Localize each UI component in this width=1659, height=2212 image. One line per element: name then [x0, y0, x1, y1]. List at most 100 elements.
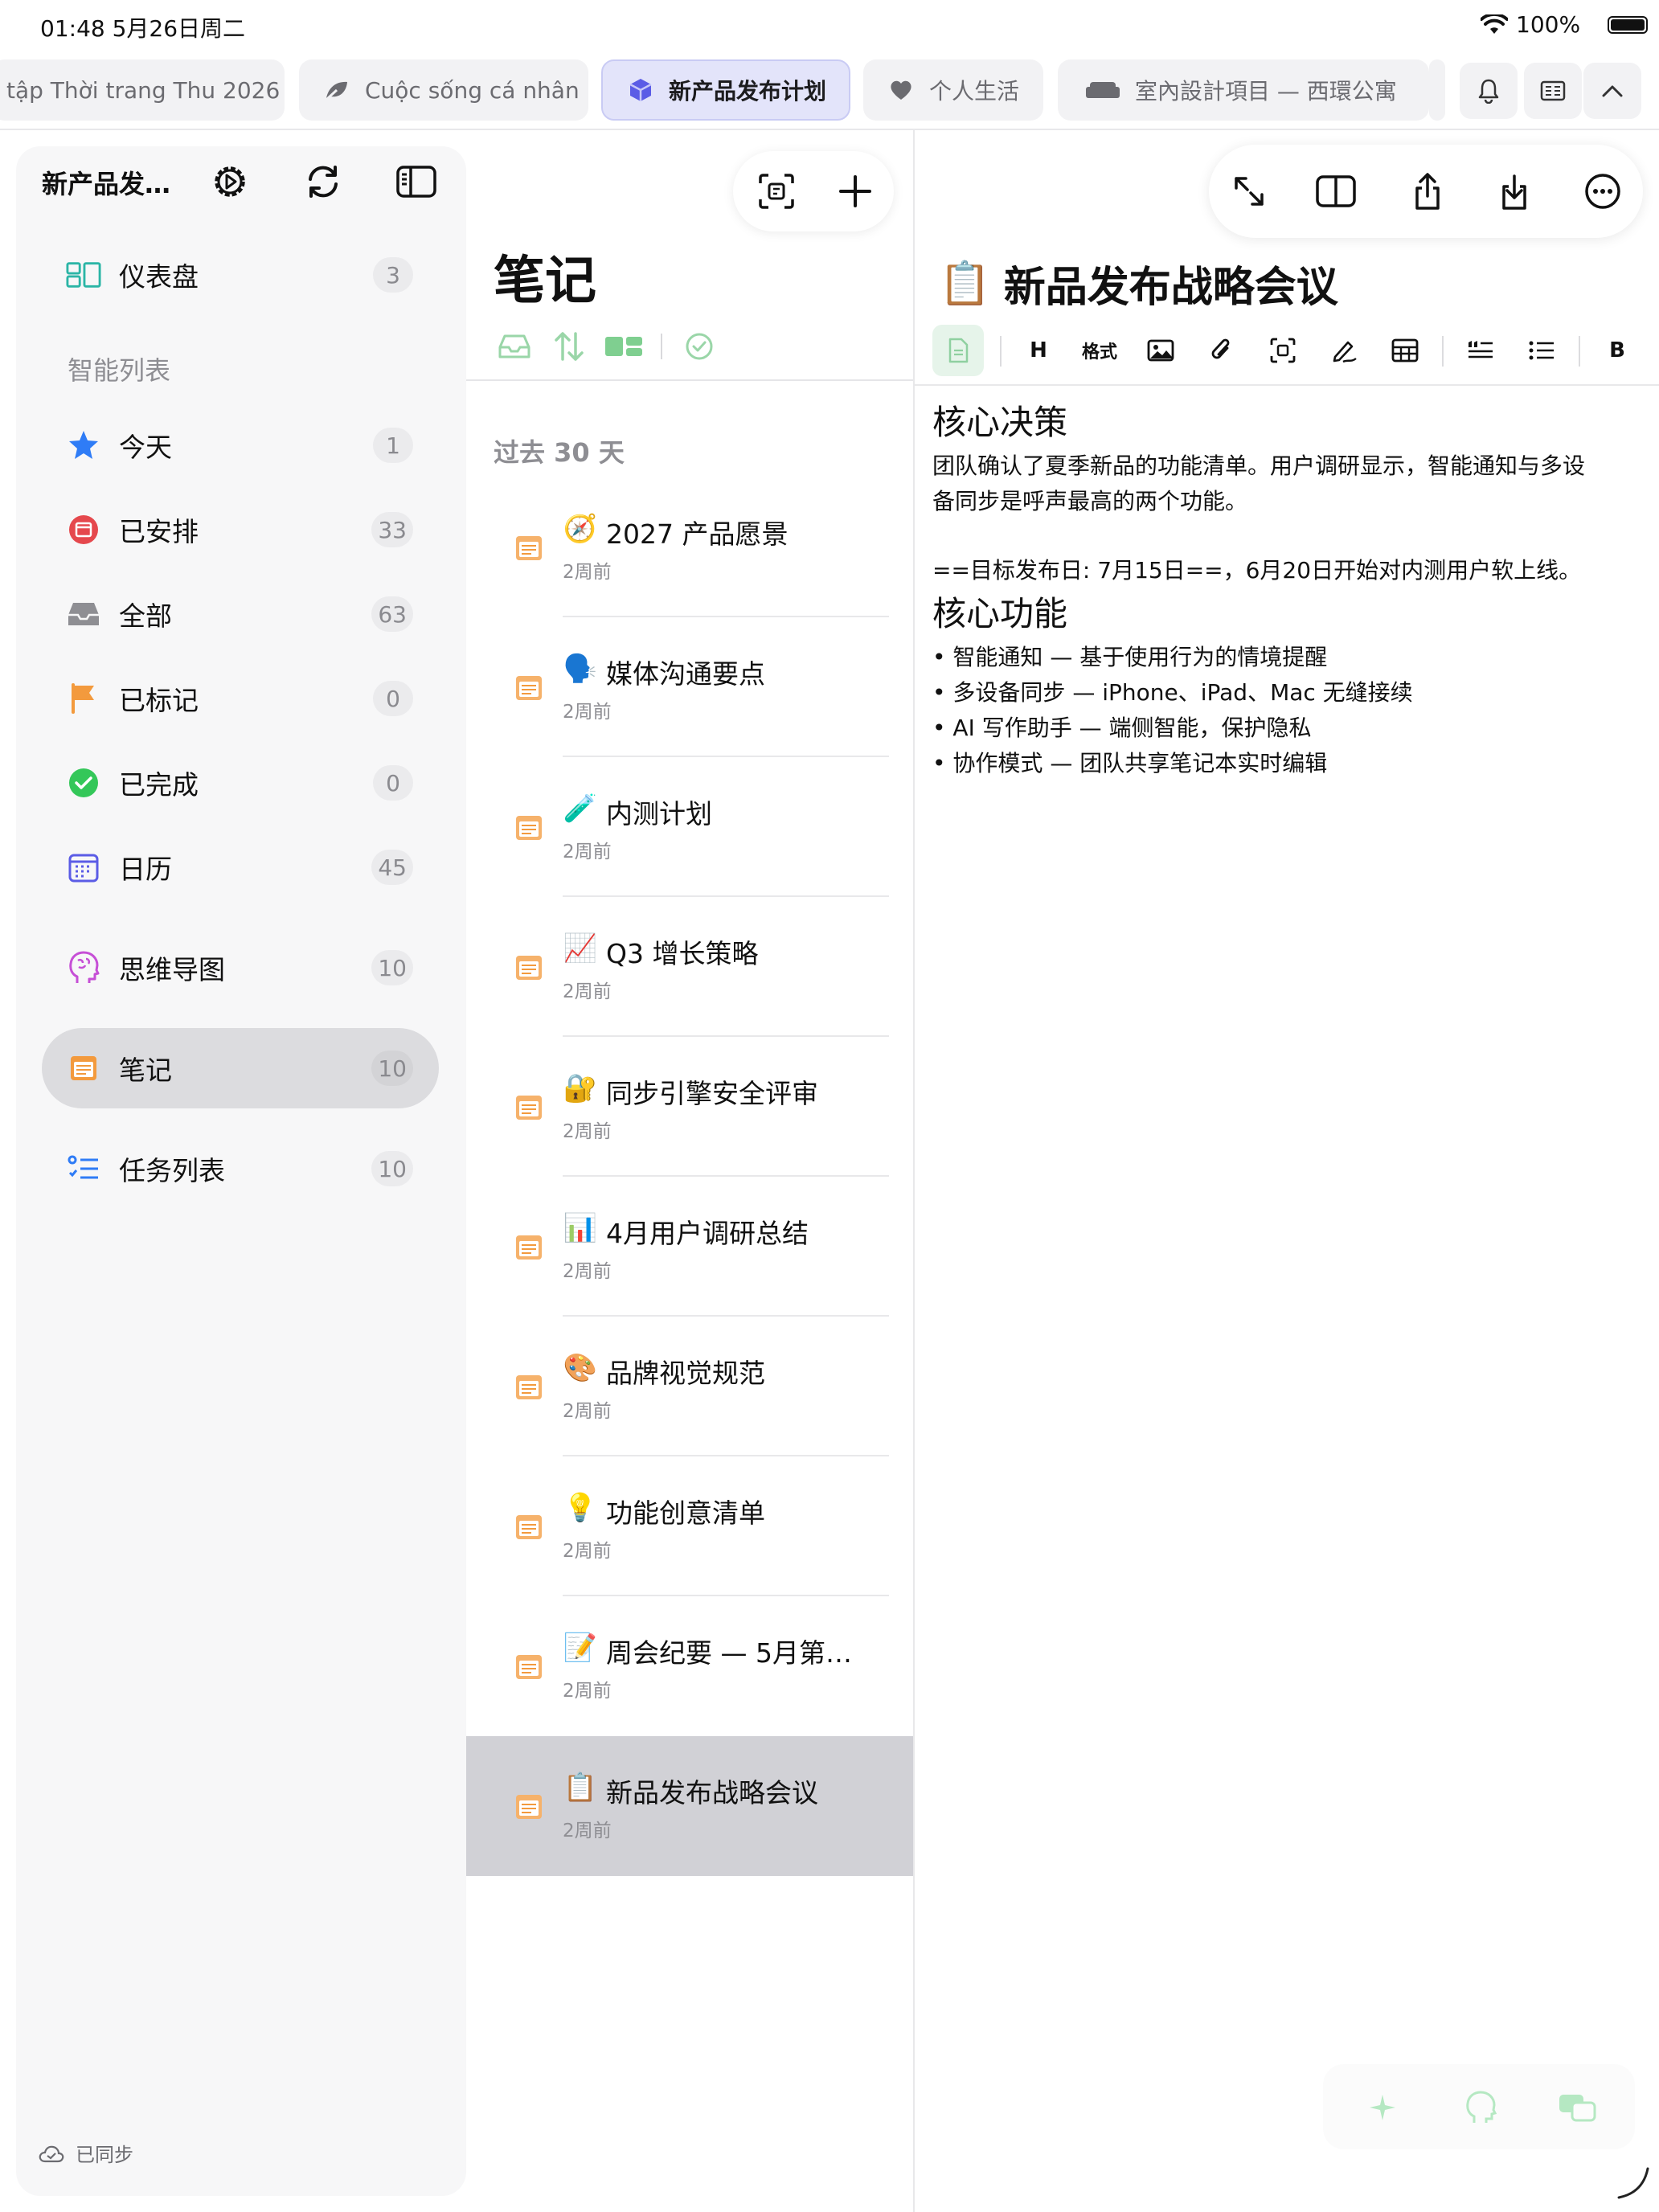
sidebar-title[interactable]: 新产品发…	[42, 164, 170, 201]
note-list-item[interactable]: 📊 4月用户调研总结 2周前	[466, 1177, 913, 1317]
note-list-item[interactable]: 📋 新品发布战略会议 2周前	[466, 1736, 913, 1876]
sidebar-item-label: 思维导图	[119, 954, 225, 985]
gear-icon	[215, 166, 245, 197]
sidebar-item-count: 1	[373, 428, 413, 463]
toggle-sidebar-button[interactable]	[391, 156, 442, 207]
note-icon	[516, 1375, 542, 1399]
sidebar-item-dashboard[interactable]: 仪表盘 3	[42, 235, 439, 315]
tab-personal-life-vi[interactable]: Cuộc sống cá nhân	[299, 59, 588, 121]
note-list-item[interactable]: 🧪 内测计划 2周前	[466, 757, 913, 897]
note-list-item[interactable]: 📈 Q3 增长策略 2周前	[466, 897, 913, 1037]
sidebar-item-scheduled[interactable]: 已安排 33	[42, 490, 439, 570]
new-note-button[interactable]	[830, 166, 881, 217]
ai-brain-button[interactable]	[1456, 2083, 1505, 2132]
more-icon	[1585, 174, 1620, 209]
sidebar-item-task-list[interactable]: 任务列表 10	[42, 1129, 439, 1209]
flag-icon	[66, 681, 101, 716]
sidebar-item-count: 33	[371, 512, 413, 547]
note-icon	[516, 1096, 542, 1120]
bold-button[interactable]: B	[1591, 325, 1643, 376]
floating-assistant-bar	[1323, 2064, 1635, 2149]
download-icon	[1502, 174, 1526, 210]
scan-button[interactable]	[751, 166, 802, 217]
sidebar-item-count: 0	[373, 765, 413, 801]
tab-overflow[interactable]	[1429, 59, 1445, 121]
share-button[interactable]	[1400, 164, 1455, 219]
inbox-filter-button[interactable]	[494, 326, 535, 367]
sort-icon	[555, 332, 584, 361]
document-mode-button[interactable]	[932, 325, 984, 376]
note-title: 内测计划	[606, 798, 712, 830]
draw-button[interactable]	[1318, 325, 1370, 376]
sync-button[interactable]	[297, 156, 349, 207]
note-date: 2周前	[563, 1821, 612, 1841]
note-list-item[interactable]: 🧭 2027 产品愿景 2周前	[466, 477, 913, 617]
scan-icon	[759, 174, 794, 209]
completed-filter-button[interactable]	[678, 326, 720, 367]
resize-handle-icon[interactable]	[1616, 2165, 1651, 2201]
expand-icon	[1235, 177, 1264, 206]
workspace-tab-bar: tập Thời trang Thu 2026 Cuộc sống cá nhâ…	[0, 58, 1659, 124]
attachment-button[interactable]	[1196, 325, 1247, 376]
export-button[interactable]	[1487, 164, 1542, 219]
battery-percent: 100%	[1516, 11, 1581, 38]
sidebar-item-calendar[interactable]: 日历 45	[42, 827, 439, 907]
tab-label: 个人生活	[929, 78, 1020, 104]
chevron-up-icon	[1602, 85, 1623, 97]
brain-icon	[1466, 2091, 1497, 2123]
note-list-item[interactable]: 🎨 品牌视觉规范 2周前	[466, 1317, 913, 1456]
note-list-item[interactable]: 🗣️ 媒体沟通要点 2周前	[466, 617, 913, 757]
ai-sparkle-button[interactable]	[1358, 2083, 1407, 2132]
format-button[interactable]: 格式	[1074, 325, 1125, 376]
collapse-tabs-button[interactable]	[1583, 63, 1641, 119]
insert-image-button[interactable]	[1135, 325, 1186, 376]
more-button[interactable]	[1575, 164, 1630, 219]
quote-button[interactable]	[1455, 325, 1506, 376]
note-title[interactable]: 新品发布战略会议	[1004, 253, 1338, 313]
view-mode-button[interactable]	[603, 326, 645, 367]
sort-button[interactable]	[548, 326, 590, 367]
split-view-button[interactable]	[1309, 164, 1363, 219]
sidebar-item-all[interactable]: 全部 63	[42, 574, 439, 654]
notifications-button[interactable]	[1460, 63, 1518, 119]
sidebar-item-today[interactable]: 今天 1	[42, 405, 439, 485]
sidebar-item-mind-map[interactable]: 思维导图 10	[42, 928, 439, 1008]
sync-status: 已同步	[39, 2139, 133, 2167]
grid-view-icon	[605, 337, 642, 356]
sidebar-item-label: 已标记	[119, 685, 199, 716]
heading-button[interactable]: H	[1013, 325, 1064, 376]
tab-fashion[interactable]: tập Thời trang Thu 2026	[0, 59, 285, 121]
table-icon	[1391, 338, 1419, 363]
cloud-check-icon	[39, 2144, 64, 2163]
scan-text-button[interactable]	[1257, 325, 1309, 376]
sidebar-item-count: 45	[371, 850, 413, 885]
sidebar-item-flagged[interactable]: 已标记 0	[42, 658, 439, 739]
note-icon	[516, 816, 542, 840]
sidebar-settings-button[interactable]	[204, 156, 256, 207]
tab-label: tập Thời trang Thu 2026	[6, 76, 281, 104]
note-body[interactable]: 核心决策 团队确认了夏季新品的功能清单。用户调研显示，智能通知与多设 备同步是呼…	[932, 397, 1640, 781]
split-view-icon	[1316, 175, 1356, 207]
note-list-item[interactable]: 📝 周会纪要 — 5月第… 2周前	[466, 1596, 913, 1736]
note-icon	[516, 536, 542, 560]
format-separator	[1442, 336, 1444, 367]
brain-icon	[66, 950, 101, 985]
table-button[interactable]	[1379, 325, 1431, 376]
note-emoji-icon: 🗣️	[563, 653, 598, 685]
tab-new-product-launch[interactable]: 新产品发布计划	[601, 59, 850, 121]
sidebar-item-notes[interactable]: 笔记 10	[42, 1028, 439, 1108]
tab-personal-life[interactable]: 个人生活	[863, 59, 1043, 121]
calendar-icon	[66, 850, 101, 885]
tab-interior-design[interactable]: 室內設計項目 — 西環公寓	[1058, 59, 1429, 121]
note-list-item[interactable]: 💡 功能创意清单 2周前	[466, 1456, 913, 1596]
reader-button[interactable]	[1524, 63, 1582, 119]
note-list-item[interactable]: 🔐 同步引擎安全评审 2周前	[466, 1037, 913, 1177]
note-emoji-icon: 📈	[563, 932, 598, 965]
expand-button[interactable]	[1222, 164, 1276, 219]
note-emoji-icon: 📝	[563, 1632, 598, 1664]
bullet-list-button[interactable]	[1516, 325, 1567, 376]
ai-chat-button[interactable]	[1553, 2083, 1601, 2132]
note-date: 2周前	[563, 1261, 612, 1282]
sidebar-item-completed[interactable]: 已完成 0	[42, 743, 439, 823]
